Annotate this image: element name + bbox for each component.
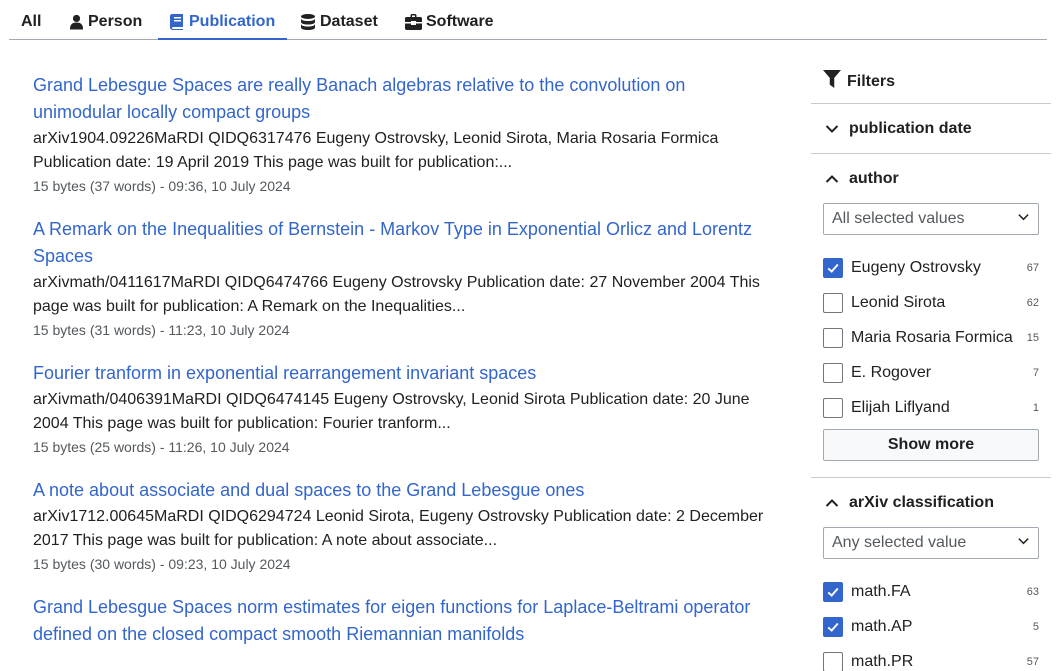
section-title: author bbox=[849, 169, 899, 187]
filter-icon bbox=[823, 70, 841, 93]
result-item: A Remark on the Inequalities of Bernstei… bbox=[33, 216, 773, 340]
option-label: Maria Rosaria Formica bbox=[851, 328, 1013, 346]
author-option[interactable]: Leonid Sirota 62 bbox=[823, 285, 1039, 320]
chevron-down-icon bbox=[1017, 534, 1030, 552]
option-label: math.AP bbox=[851, 617, 913, 635]
tab-all[interactable]: All bbox=[21, 13, 41, 40]
checkbox[interactable] bbox=[823, 362, 843, 383]
checkbox[interactable] bbox=[823, 292, 843, 313]
filters-sidebar: Filters publication date author All sele… bbox=[811, 60, 1051, 671]
author-option[interactable]: E. Rogover 7 bbox=[823, 355, 1039, 390]
result-snippet: arXiv1904.09226MaRDI QIDQ6317476 Eugeny … bbox=[33, 130, 719, 171]
result-item: Grand Lebesgue Spaces are really Banach … bbox=[33, 72, 773, 196]
result-meta: 15 bytes (37 words) - 09:36, 10 July 202… bbox=[33, 178, 291, 194]
author-toggle[interactable]: author bbox=[811, 154, 1051, 203]
result-meta: 15 bytes (31 words) - 11:23, 10 July 202… bbox=[33, 322, 290, 338]
select-value: Any selected value bbox=[832, 534, 967, 551]
option-label: Leonid Sirota bbox=[851, 293, 946, 311]
tab-label: Person bbox=[88, 13, 143, 30]
arxiv-option[interactable]: math.FA 63 bbox=[823, 574, 1039, 609]
tab-label: Publication bbox=[189, 13, 276, 30]
toolbox-icon bbox=[405, 14, 422, 30]
result-meta: 15 bytes (30 words) - 09:23, 10 July 202… bbox=[33, 556, 291, 572]
chevron-down-icon bbox=[1017, 210, 1030, 228]
arxiv-option[interactable]: math.PR 57 bbox=[823, 644, 1039, 671]
result-snippet: arXiv1712.00645MaRDI QIDQ6294724 Leonid … bbox=[33, 508, 764, 549]
database-icon bbox=[301, 14, 316, 30]
option-label: math.PR bbox=[851, 652, 914, 670]
checkbox[interactable] bbox=[823, 327, 843, 348]
tab-publication[interactable]: Publication bbox=[158, 13, 288, 40]
tab-person[interactable]: Person bbox=[69, 13, 142, 40]
option-count: 15 bbox=[1026, 331, 1039, 344]
filter-section-arxiv: arXiv classification Any selected value … bbox=[811, 478, 1051, 671]
chevron-down-icon bbox=[825, 122, 839, 136]
publication-date-toggle[interactable]: publication date bbox=[811, 104, 1051, 153]
arxiv-toggle[interactable]: arXiv classification bbox=[811, 478, 1051, 527]
author-match-select[interactable]: All selected values bbox=[823, 203, 1039, 235]
chevron-up-icon bbox=[825, 172, 839, 186]
select-value: All selected values bbox=[832, 210, 965, 227]
result-item: Fourier tranform in exponential rearrang… bbox=[33, 360, 773, 457]
tab-label: Software bbox=[426, 13, 494, 30]
option-label: Elijah Liflyand bbox=[851, 398, 950, 416]
checkbox[interactable] bbox=[823, 581, 843, 602]
tab-label: Dataset bbox=[320, 13, 378, 30]
option-count: 67 bbox=[1026, 261, 1039, 274]
tab-software[interactable]: Software bbox=[405, 13, 494, 40]
search-results: Grand Lebesgue Spaces are really Banach … bbox=[33, 72, 773, 668]
option-label: E. Rogover bbox=[851, 363, 932, 381]
search-tabs: All Person Publication Dataset Software bbox=[9, 0, 1047, 40]
option-count: 62 bbox=[1026, 296, 1039, 309]
result-snippet: arXivmath/0406391MaRDI QIDQ6474145 Eugen… bbox=[33, 391, 750, 432]
tab-label: All bbox=[21, 13, 42, 30]
result-title-link[interactable]: A note about associate and dual spaces t… bbox=[33, 477, 773, 504]
checkbox[interactable] bbox=[823, 397, 843, 418]
arxiv-option[interactable]: math.AP 5 bbox=[823, 609, 1039, 644]
checkbox[interactable] bbox=[823, 257, 843, 278]
section-title: arXiv classification bbox=[849, 493, 994, 511]
result-item: Grand Lebesgue Spaces norm estimates for… bbox=[33, 594, 773, 648]
result-title-link[interactable]: Fourier tranform in exponential rearrang… bbox=[33, 360, 773, 387]
result-meta: 15 bytes (25 words) - 11:26, 10 July 202… bbox=[33, 439, 290, 455]
option-count: 57 bbox=[1026, 655, 1039, 668]
option-count: 7 bbox=[1032, 366, 1039, 379]
show-more-button[interactable]: Show more bbox=[823, 429, 1039, 461]
section-title: publication date bbox=[849, 119, 972, 137]
result-title-link[interactable]: Grand Lebesgue Spaces are really Banach … bbox=[33, 72, 773, 126]
filter-section-author: author All selected values Eugeny Ostrov… bbox=[811, 154, 1051, 478]
filters-title: Filters bbox=[847, 72, 896, 90]
checkbox[interactable] bbox=[823, 616, 843, 637]
filter-section-publication-date: publication date bbox=[811, 104, 1051, 154]
option-label: Eugeny Ostrovsky bbox=[851, 258, 981, 276]
person-icon bbox=[69, 14, 84, 30]
option-count: 63 bbox=[1026, 585, 1039, 598]
author-option[interactable]: Elijah Liflyand 1 bbox=[823, 390, 1039, 425]
result-title-link[interactable]: Grand Lebesgue Spaces norm estimates for… bbox=[33, 594, 773, 648]
chevron-up-icon bbox=[825, 496, 839, 510]
tab-dataset[interactable]: Dataset bbox=[301, 13, 378, 40]
option-count: 1 bbox=[1032, 401, 1039, 414]
option-count: 5 bbox=[1032, 620, 1039, 633]
arxiv-match-select[interactable]: Any selected value bbox=[823, 527, 1039, 559]
result-item: A note about associate and dual spaces t… bbox=[33, 477, 773, 574]
author-option[interactable]: Eugeny Ostrovsky 67 bbox=[823, 250, 1039, 285]
checkbox[interactable] bbox=[823, 651, 843, 671]
result-snippet: arXivmath/0411617MaRDI QIDQ6474766 Eugen… bbox=[33, 274, 760, 315]
author-option[interactable]: Maria Rosaria Formica 15 bbox=[823, 320, 1039, 355]
result-title-link[interactable]: A Remark on the Inequalities of Bernstei… bbox=[33, 216, 773, 270]
option-label: math.FA bbox=[851, 582, 911, 600]
filters-header: Filters bbox=[811, 60, 1051, 104]
book-icon bbox=[170, 14, 185, 30]
